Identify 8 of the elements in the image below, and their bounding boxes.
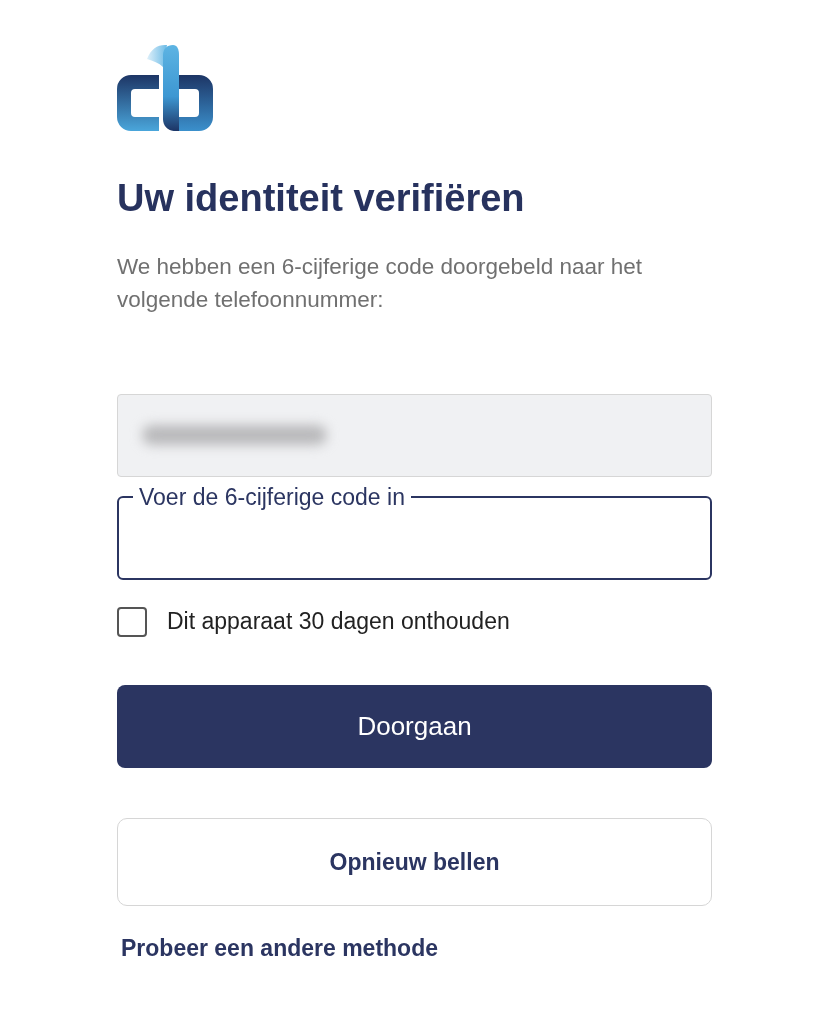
remember-device-label[interactable]: Dit apparaat 30 dagen onthouden [167, 608, 510, 636]
logo-icon [117, 45, 213, 131]
page-title: Uw identiteit verifiëren [117, 176, 526, 221]
call-again-button[interactable]: Opnieuw bellen [117, 818, 712, 907]
remember-checkbox[interactable] [117, 607, 147, 638]
continue-button[interactable]: Doorgaan [117, 685, 712, 769]
instruction-text: We hebben een 6-cijferige code doorgebeld naar het volgende telefoonnummer: [117, 252, 643, 314]
other-method-link[interactable]: Probeer een andere methode [121, 935, 438, 963]
